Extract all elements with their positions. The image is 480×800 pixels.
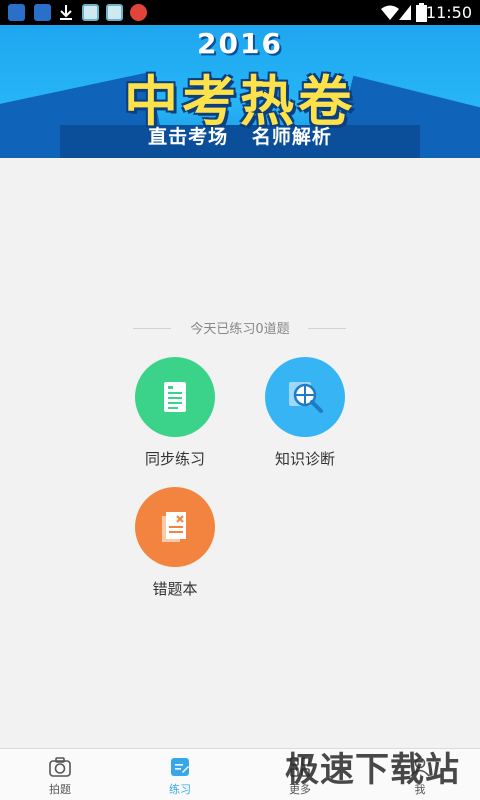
app-icon: [82, 4, 99, 21]
knowledge-diagnosis-button[interactable]: 知识诊断: [245, 357, 365, 469]
nav-label: 练习: [169, 783, 191, 796]
app-icon: [130, 4, 147, 21]
sync-practice-button[interactable]: 同步练习: [115, 357, 235, 469]
app-icon: [106, 4, 123, 21]
watermark: 极速下载站: [285, 750, 460, 790]
divider: [308, 328, 346, 329]
signal-icon: [399, 5, 411, 20]
edit-icon: [171, 758, 189, 776]
practice-summary: 今天已练习0道题: [0, 318, 480, 338]
wifi-icon: [381, 5, 399, 20]
promo-banner[interactable]: 2016 中考热卷 直击考场 名师解析: [0, 25, 480, 158]
wrong-book-label: 错题本: [152, 580, 198, 598]
download-icon: [60, 5, 72, 20]
wrong-book-circle: [135, 487, 215, 567]
nav-item-practice[interactable]: 练习: [120, 749, 240, 800]
nav-label: 拍题: [49, 783, 71, 796]
camera-icon: [49, 757, 71, 777]
divider: [133, 328, 171, 329]
sync-practice-circle: [135, 357, 215, 437]
sync-practice-label: 同步练习: [144, 450, 205, 468]
wrong-book-button[interactable]: 错题本: [115, 487, 235, 599]
banner-subtitle: 直击考场 名师解析: [0, 122, 480, 149]
practice-count-text: 今天已练习0道题: [190, 322, 290, 337]
banner-subtitle-left: 直击考场: [148, 126, 229, 148]
knowledge-diagnosis-circle: [265, 357, 345, 437]
nav-item-photo[interactable]: 拍题: [0, 749, 120, 800]
document-icon: [164, 382, 186, 412]
status-bar: 11:50: [0, 0, 480, 25]
banner-year: 2016: [197, 27, 283, 60]
knowledge-diagnosis-label: 知识诊断: [274, 450, 335, 468]
banner-subtitle-right: 名师解析: [251, 126, 332, 148]
status-clock: 11:50: [425, 3, 472, 22]
wrong-book-icon: [162, 512, 186, 542]
app-notification-icon: [8, 4, 25, 21]
app-notification-icon: [34, 4, 51, 21]
magnifier-icon: [289, 382, 323, 413]
